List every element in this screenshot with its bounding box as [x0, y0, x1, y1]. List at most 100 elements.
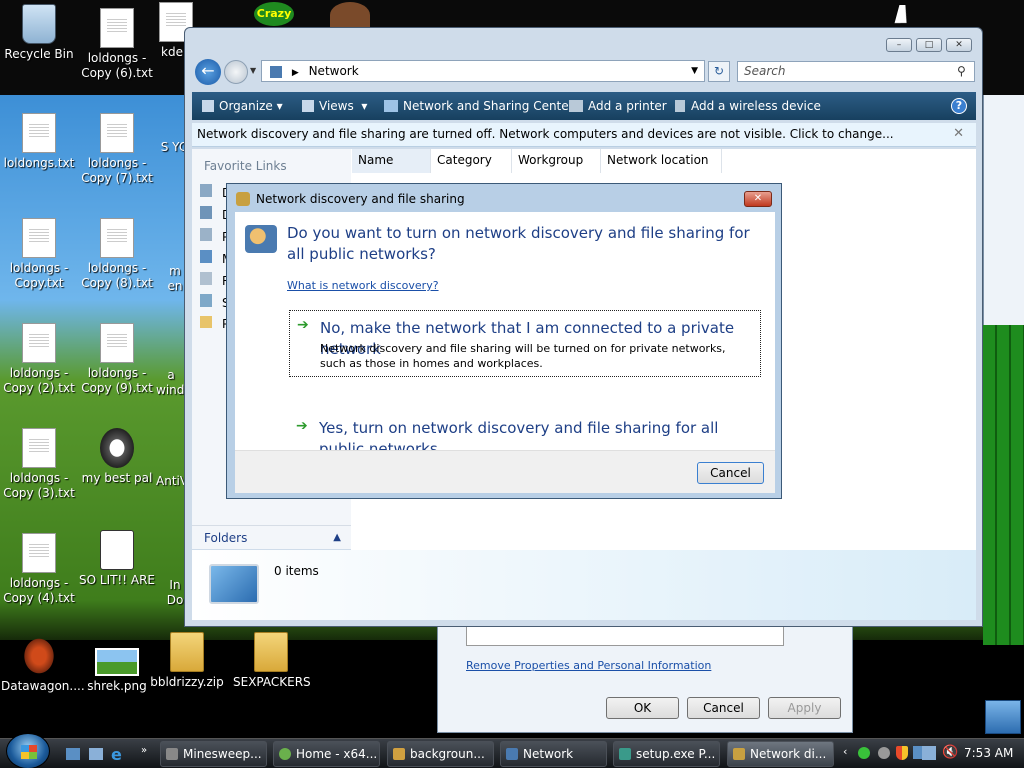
text-file-icon [100, 323, 134, 363]
raccoon-icon [100, 428, 134, 468]
desktop-icon-shortcut[interactable]: a windo [156, 368, 186, 398]
wireless-device-icon [675, 100, 685, 112]
dialog-question: Do you want to turn on network discovery… [287, 224, 750, 263]
quick-launch-ie-icon[interactable]: e [111, 745, 122, 764]
printer-icon [569, 100, 583, 112]
add-wireless-device-button[interactable]: Add a wireless device [675, 99, 821, 113]
desktop-icon-file[interactable]: loldongs - Copy (7).txt [79, 113, 155, 186]
network-tray-icon[interactable] [922, 746, 936, 760]
recycle-bin-icon [22, 4, 56, 44]
nav-item[interactable]: P [200, 228, 229, 244]
column-header-name[interactable]: Name [352, 149, 431, 173]
taskbar-item-background[interactable]: backgroun... [387, 741, 494, 767]
apply-button[interactable]: Apply [768, 697, 841, 719]
column-header-category[interactable]: Category [431, 149, 512, 173]
details-pane: 0 items [192, 550, 976, 620]
desktop-icon-raccoon[interactable]: my best pal [79, 428, 155, 486]
network-sharing-center-button[interactable]: Network and Sharing Center [384, 99, 574, 113]
quick-launch-desktop-icon[interactable] [66, 748, 80, 760]
taskbar-item-setup[interactable]: setup.exe P... [613, 741, 720, 767]
search-input[interactable]: Search [737, 61, 975, 82]
add-printer-button[interactable]: Add a printer [569, 99, 667, 113]
history-dropdown-icon[interactable]: ▼ [250, 66, 256, 75]
nav-item-icon [200, 250, 212, 263]
network-discovery-dialog: Network discovery and file sharing ✕ Do … [226, 183, 782, 499]
ok-button[interactable]: OK [606, 697, 679, 719]
help-icon[interactable]: ? [951, 98, 967, 114]
clock[interactable]: 7:53 AM [964, 746, 1013, 760]
quick-launch-overflow-icon[interactable]: » [141, 745, 147, 756]
maximize-button[interactable]: □ [916, 38, 942, 52]
command-bar: Organize ▾ Views ▾ Network and Sharing C… [192, 92, 976, 120]
desktop-icon-cards[interactable]: SO LIT!! ARE [79, 530, 155, 588]
desktop-icon-folder[interactable]: SEXPACKERS [233, 632, 311, 690]
tray-green-icon[interactable] [858, 747, 870, 759]
start-button[interactable] [6, 733, 50, 768]
dialog-cancel-button[interactable]: Cancel [697, 462, 764, 484]
desktop-icon-file[interactable]: loldongs - Copy (6).txt [79, 8, 155, 81]
portrait-icon[interactable] [330, 2, 370, 28]
desktop-icon-file[interactable]: loldongs - Copy (9).txt [79, 323, 155, 396]
paint-icon [393, 748, 405, 760]
network-center-icon [384, 100, 398, 112]
desktop-icon-recycle-bin[interactable]: Recycle Bin [1, 4, 77, 62]
desktop-icon-file[interactable]: loldongs.txt [1, 113, 77, 171]
minimize-button[interactable]: – [886, 38, 912, 52]
text-file-icon [100, 8, 134, 48]
remove-properties-link[interactable]: Remove Properties and Personal Informati… [466, 659, 711, 672]
datawagon-icon [22, 636, 56, 676]
crazy-icon[interactable]: Crazy [254, 2, 294, 26]
desktop-icon-file[interactable]: loldongs - Copy (8).txt [79, 218, 155, 291]
playing-cards-icon [100, 530, 134, 570]
back-button[interactable]: ← [195, 59, 221, 85]
taskbar-item-minesweeper[interactable]: Minesweep... [160, 741, 267, 767]
properties-textbox[interactable] [466, 626, 784, 646]
minesweeper-board[interactable] [983, 325, 1024, 645]
refresh-button[interactable]: ↻ [708, 61, 730, 82]
column-header-workgroup[interactable]: Workgroup [512, 149, 601, 173]
text-file-icon [22, 533, 56, 573]
desktop-icon-file[interactable]: loldongs - Copy (2).txt [1, 323, 77, 396]
desktop-icon-file[interactable]: loldongs - Copy (3).txt [1, 428, 77, 501]
cancel-button[interactable]: Cancel [687, 697, 760, 719]
info-bar-close-icon[interactable]: ✕ [953, 123, 964, 145]
items-count: 0 items [274, 564, 319, 578]
desktop-icon-file[interactable]: loldongs - Copy (4).txt [1, 533, 77, 606]
tray-chevron-icon[interactable]: ‹ [843, 745, 847, 758]
taskbar-item-home[interactable]: Home - x64... [273, 741, 380, 767]
close-button[interactable]: ✕ [946, 38, 972, 52]
tray-gray-icon[interactable] [878, 747, 890, 759]
green-arrow-icon: ➔ [297, 317, 309, 333]
show-desktop-button[interactable] [985, 700, 1021, 734]
address-bar[interactable]: ▶ Network ▼ [261, 60, 705, 82]
forward-button[interactable] [224, 60, 248, 84]
private-network-option[interactable]: ➔ No, make the network that I am connect… [289, 310, 761, 377]
desktop-icon-image[interactable]: shrek.png [79, 636, 155, 694]
security-shield-icon[interactable] [896, 746, 908, 760]
mouse-cursor-icon [894, 5, 912, 23]
properties-window: Remove Properties and Personal Informati… [437, 625, 853, 733]
folder-icon [200, 316, 212, 328]
column-header-network-location[interactable]: Network location [601, 149, 722, 173]
search-icon[interactable]: ⚲ [957, 64, 966, 78]
quick-launch-switcher-icon[interactable] [89, 748, 103, 760]
organize-menu[interactable]: Organize ▾ [202, 99, 283, 113]
dialog-close-button[interactable]: ✕ [744, 191, 772, 207]
desktop-icon-shortcut[interactable]: AntiV [156, 474, 186, 489]
desktop-icon-datawagon[interactable]: Datawagon.... [1, 636, 85, 694]
taskbar-item-network-discovery[interactable]: Network di... [727, 741, 834, 767]
taskbar-item-network[interactable]: Network [500, 741, 607, 767]
nav-item-icon [200, 184, 212, 197]
desktop-icon-zip[interactable]: bbldrizzy.zip [149, 632, 225, 690]
volume-muted-icon[interactable]: 🔇 [942, 745, 958, 760]
address-dropdown-icon[interactable]: ▼ [691, 61, 698, 81]
nav-item[interactable]: P [200, 316, 229, 331]
desktop-icon-file[interactable]: loldongs - Copy.txt [1, 218, 77, 291]
nav-item-icon [200, 294, 212, 307]
text-file-icon [100, 113, 134, 153]
views-menu[interactable]: Views ▾ [302, 99, 367, 113]
folders-toggle[interactable]: Folders ▲ [192, 525, 351, 549]
info-bar[interactable]: Network discovery and file sharing are t… [192, 123, 976, 147]
text-file-icon [22, 428, 56, 468]
what-is-network-discovery-link[interactable]: What is network discovery? [287, 279, 439, 292]
